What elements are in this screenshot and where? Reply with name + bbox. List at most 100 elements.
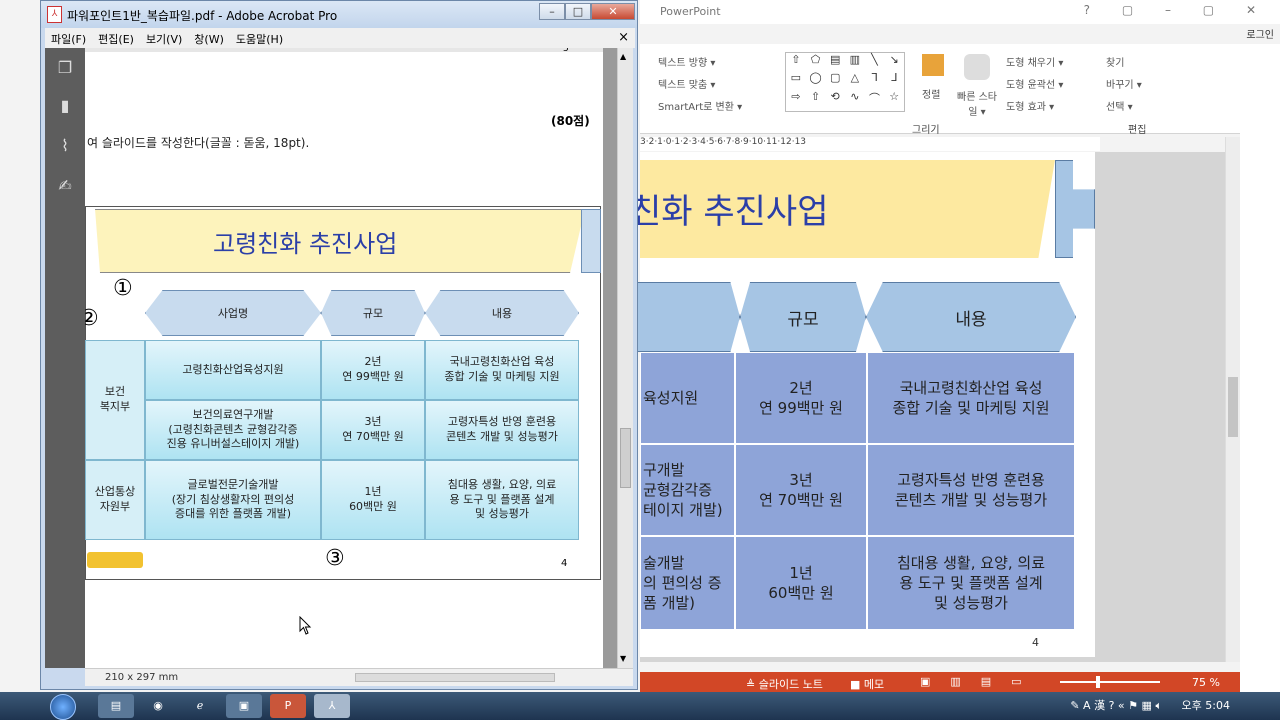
slide-editing-area: 친화 추진사업 규모 내용 육성지원 2년 연 99백만 원 국내고령친화산업 육… (620, 152, 1240, 662)
comments-button[interactable]: ■ 메모 (850, 676, 884, 692)
login-link[interactable]: 로그인 (1246, 26, 1274, 41)
signature-icon[interactable]: ✍ (55, 176, 75, 196)
cell-text: 테이지 개발) (643, 501, 723, 520)
view-buttons-icon[interactable]: ▣▥▤▭ (920, 675, 1042, 688)
quick-styles-icon (964, 54, 990, 80)
scrollbar-thumb[interactable] (1228, 377, 1238, 437)
arrange-button[interactable]: 정렬 (922, 86, 940, 101)
marker-1: ① (113, 276, 133, 301)
cell-text: 및 성능평가 (474, 507, 530, 521)
shape-icon[interactable]: ∿ (845, 90, 865, 111)
replace-button[interactable]: 바꾸기 ▾ (1106, 76, 1142, 91)
network-icon[interactable]: ▦ (1142, 699, 1152, 712)
volume-icon[interactable]: 🔈︎ (1155, 699, 1162, 712)
zoom-level[interactable]: 75 % (1192, 676, 1220, 689)
dept-cell-health: 보건 복지부 (85, 340, 145, 460)
header-arrow-name (620, 282, 740, 352)
scroll-up-icon[interactable]: ▲ (620, 52, 626, 61)
shape-icon[interactable]: ▤ (825, 53, 845, 71)
shape-icon[interactable]: ▭ (786, 71, 806, 89)
text-align-button[interactable]: 텍스트 맞춤 ▾ (658, 76, 715, 91)
cell-text: 1년 (364, 485, 382, 499)
shape-icon[interactable]: ⇧ (786, 53, 806, 71)
shape-icon[interactable]: ☆ (884, 90, 904, 111)
help-icon[interactable]: ? (1109, 699, 1115, 712)
shape-icon[interactable]: ⟲ (825, 90, 845, 111)
maximize-button[interactable]: □ (565, 3, 591, 20)
shape-icon[interactable]: ▥ (845, 53, 865, 71)
bookmark-icon[interactable]: ▮ (55, 96, 75, 116)
chrome-taskbar-icon[interactable]: ◉ (140, 694, 176, 718)
document-close-button[interactable]: × (618, 30, 629, 45)
slide-notes-button[interactable]: ≜ 슬라이드 노트 (746, 676, 823, 692)
shape-icon[interactable]: ◯ (806, 71, 826, 89)
header-text: 내용 (491, 307, 513, 320)
cell-text: 글로벌전문기술개발 (187, 477, 279, 491)
close-button[interactable]: ✕ (591, 3, 635, 20)
select-button[interactable]: 선택 ▾ (1106, 98, 1133, 113)
pdf-slide-title: 고령친화 추진사업 (213, 230, 398, 258)
pdf-cell-name-1: 고령친화산업육성지원 (145, 340, 321, 400)
acrobat-taskbar-icon[interactable]: ⅄ (314, 694, 350, 718)
shape-effects-button[interactable]: 도형 효과 ▾ (1006, 98, 1054, 113)
menu-window[interactable]: 창(W) (188, 28, 230, 50)
cell-text: 60백만 원 (349, 500, 397, 513)
menu-file[interactable]: 파일(F) (45, 28, 92, 50)
header-text: 규모 (362, 307, 384, 320)
tray-arrow-icon[interactable]: « (1118, 699, 1125, 712)
header-content-label: 내용 (955, 309, 987, 330)
start-button[interactable] (44, 694, 84, 720)
scroll-down-icon[interactable]: ▼ (620, 654, 626, 663)
explorer-taskbar-icon[interactable]: ▤ (98, 694, 134, 718)
quick-styles-button[interactable]: 빠른 스타일 ▾ (954, 88, 1000, 118)
shape-icon[interactable]: ╲ (865, 53, 885, 71)
points-label: (80점) (551, 114, 590, 128)
zoom-slider-thumb[interactable] (1096, 676, 1100, 688)
find-button[interactable]: 찾기 (1106, 54, 1124, 69)
menu-edit[interactable]: 편집(E) (92, 28, 140, 50)
ie-taskbar-icon[interactable]: ℯ (182, 694, 218, 718)
zoom-slider[interactable] (1060, 681, 1160, 683)
smartart-convert-button[interactable]: SmartArt로 변환 ▾ (658, 98, 742, 113)
shape-icon[interactable]: ⬠ (806, 53, 826, 71)
shapes-gallery[interactable]: ⇧ ⬠ ▤ ▥ ╲ ↘ ▭ ◯ ▢ △ ᒣ ᒧ ⇨ ⇧ ⟲ ∿ ⌒ ☆ (785, 52, 905, 112)
shape-icon[interactable]: ↘ (884, 53, 904, 71)
horizontal-scrollbar[interactable] (355, 673, 555, 682)
document-vertical-scrollbar[interactable]: ▲ ▼ (617, 48, 633, 668)
slide[interactable]: 친화 추진사업 규모 내용 육성지원 2년 연 99백만 원 국내고령친화산업 육… (620, 152, 1095, 657)
pages-icon[interactable]: ❐ (55, 58, 75, 78)
cell-text: 콘텐츠 개발 및 성능평가 (446, 430, 558, 443)
minimize-button[interactable]: – (539, 3, 565, 20)
attachment-icon[interactable]: ⌇ (55, 136, 75, 156)
scrollbar-thumb[interactable] (620, 428, 631, 488)
shape-outline-button[interactable]: 도형 윤곽선 ▾ (1006, 76, 1063, 91)
shape-icon[interactable]: ⌒ (865, 90, 885, 111)
acrobat-menubar: 파일(F) 편집(E) 보기(V) 창(W) 도움말(H) × (45, 28, 635, 48)
flag-icon[interactable]: ⚑ (1128, 699, 1138, 712)
menu-view[interactable]: 보기(V) (140, 28, 188, 50)
shape-icon[interactable]: ᒣ (865, 71, 885, 89)
cell-text: 2년 (364, 355, 382, 369)
powerpoint-taskbar-icon[interactable]: P (270, 694, 306, 718)
top-page-number: 5 (563, 48, 569, 54)
shape-icon[interactable]: ⇨ (786, 90, 806, 111)
clock[interactable]: 오후 5:04 (1182, 699, 1230, 712)
ime-pen-icon[interactable]: ✎ (1070, 699, 1079, 712)
group-editing-label: 편집 (1128, 125, 1147, 136)
shape-icon[interactable]: ᒧ (884, 71, 904, 89)
slide-vertical-scrollbar[interactable] (1225, 137, 1240, 662)
shape-icon[interactable]: ⇧ (806, 90, 826, 111)
text-direction-button[interactable]: 텍스트 방향 ▾ (658, 54, 715, 69)
shape-fill-button[interactable]: 도형 채우기 ▾ (1006, 54, 1063, 69)
cell-text: 보건 (104, 385, 126, 399)
shape-icon[interactable]: △ (845, 71, 865, 89)
menu-help[interactable]: 도움말(H) (230, 28, 289, 50)
powerpoint-window-controls[interactable]: ? ▢ – ▢ ✕ (1084, 3, 1270, 17)
acrobat-title: 파워포인트1반_복습파일.pdf - Adobe Acrobat Pro (67, 9, 338, 23)
cell-text: 국내고령친화산업 육성 (449, 355, 555, 369)
access-taskbar-icon[interactable]: ▣ (226, 694, 262, 718)
shape-icon[interactable]: ▢ (825, 71, 845, 89)
mouse-cursor-icon (299, 616, 312, 635)
ime-indicator[interactable]: A 漢 (1083, 699, 1105, 712)
slide-page-number: 4 (1032, 636, 1039, 649)
